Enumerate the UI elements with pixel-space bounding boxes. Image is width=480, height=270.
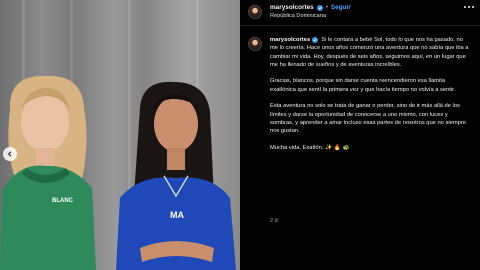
caption-paragraph-4: Mucha vida, Exatlón. ✨ 🔥 🐢 (270, 144, 350, 151)
verified-badge-icon (312, 37, 319, 43)
avatar[interactable] (248, 5, 262, 19)
left-shirt-text: BLANC (52, 198, 74, 204)
caption-paragraph-2: Gracias, blancos, porque sin darse cuent… (270, 78, 456, 93)
post-media[interactable]: BLANC MA (0, 0, 240, 270)
caption-paragraph-3: Esta aventura no solo se trata de ganar … (270, 103, 466, 135)
header-username[interactable]: marysolcortes (270, 4, 314, 11)
right-shirt-text: MA (170, 210, 184, 220)
post-details-panel: marysolcortes • Seguir República Dominic… (240, 0, 480, 270)
more-options-icon[interactable] (464, 6, 474, 8)
athlete-left-photo: BLANC (0, 75, 96, 270)
verified-badge-icon (316, 4, 323, 11)
location-link[interactable]: República Dominicana (270, 13, 326, 19)
chevron-left-icon (7, 151, 13, 157)
follow-button[interactable]: Seguir (331, 4, 351, 11)
carousel-prev-button[interactable] (3, 147, 17, 161)
caption-text: marysolcortes Si le contara a bebé Sol, t… (270, 36, 472, 160)
avatar[interactable] (248, 37, 262, 51)
athlete-right-photo: MA (116, 81, 236, 270)
caption-username[interactable]: marysolcortes (270, 37, 310, 43)
header-user-row: marysolcortes • Seguir (270, 4, 351, 11)
post-timestamp[interactable]: 2 d (270, 218, 278, 224)
caption-paragraph: marysolcortes Si le contara a bebé Sol, t… (270, 36, 472, 69)
post-header: marysolcortes • Seguir República Dominic… (240, 0, 480, 26)
dot-separator: • (325, 4, 328, 11)
